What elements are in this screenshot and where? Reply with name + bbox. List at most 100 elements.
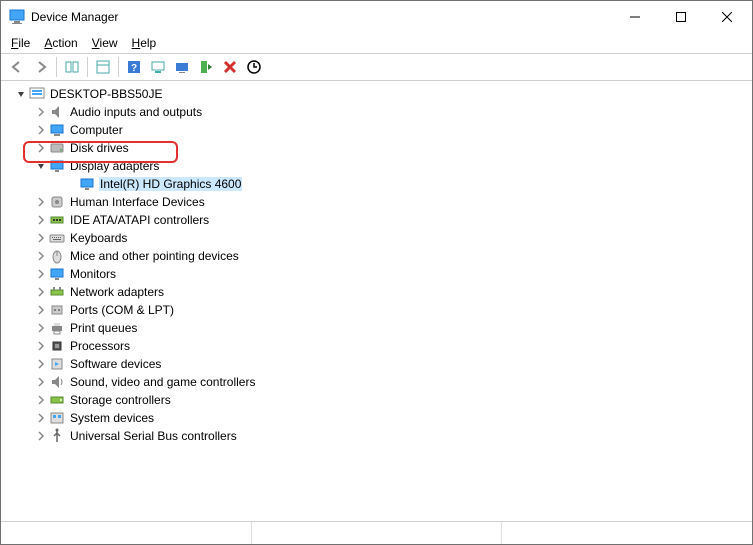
- display-icon: [49, 158, 65, 174]
- ports-icon: [49, 302, 65, 318]
- chevron-right-icon[interactable]: [33, 140, 49, 156]
- tree-item[interactable]: Network adapters: [5, 283, 752, 301]
- back-button[interactable]: [5, 55, 29, 79]
- chevron-right-icon[interactable]: [33, 374, 49, 390]
- status-cell: [1, 522, 252, 544]
- chevron-right-icon[interactable]: [33, 356, 49, 372]
- chevron-right-icon[interactable]: [33, 122, 49, 138]
- chevron-right-icon[interactable]: [33, 104, 49, 120]
- status-cell: [502, 522, 752, 544]
- enable-device-button[interactable]: [194, 55, 218, 79]
- chevron-right-icon[interactable]: [33, 266, 49, 282]
- chevron-right-icon[interactable]: [33, 284, 49, 300]
- titlebar: Device Manager: [1, 1, 752, 33]
- minimize-button[interactable]: [612, 2, 658, 32]
- mouse-icon: [49, 248, 65, 264]
- toolbar-separator: [87, 57, 88, 77]
- chevron-right-icon[interactable]: [33, 230, 49, 246]
- storage-icon: [49, 392, 65, 408]
- window-buttons: [612, 2, 750, 32]
- chevron-right-icon[interactable]: [33, 428, 49, 444]
- chevron-right-icon[interactable]: [33, 248, 49, 264]
- tree-child-label: Intel(R) HD Graphics 4600: [99, 177, 242, 191]
- tree-item-label: Processors: [69, 339, 131, 353]
- tree-item[interactable]: Storage controllers: [5, 391, 752, 409]
- menubar: File Action View Help: [1, 33, 752, 53]
- tree-root[interactable]: DESKTOP-BBS50JE: [5, 85, 752, 103]
- tree-root-label: DESKTOP-BBS50JE: [49, 87, 164, 101]
- chevron-right-icon[interactable]: [33, 338, 49, 354]
- help-button[interactable]: ?: [122, 55, 146, 79]
- menu-action[interactable]: Action: [38, 34, 83, 52]
- properties-button[interactable]: [91, 55, 115, 79]
- tree-item[interactable]: Disk drives: [5, 139, 752, 157]
- tree-item[interactable]: Keyboards: [5, 229, 752, 247]
- tree-child-item[interactable]: Intel(R) HD Graphics 4600: [5, 175, 752, 193]
- chevron-right-icon[interactable]: [33, 410, 49, 426]
- app-icon: [9, 9, 25, 25]
- tree-item[interactable]: Audio inputs and outputs: [5, 103, 752, 121]
- chevron-right-icon[interactable]: [33, 320, 49, 336]
- update-driver-button[interactable]: [170, 55, 194, 79]
- tree-item-label: Ports (COM & LPT): [69, 303, 175, 317]
- tree-item[interactable]: Processors: [5, 337, 752, 355]
- tree-item[interactable]: Monitors: [5, 265, 752, 283]
- scan-button[interactable]: [146, 55, 170, 79]
- ide-icon: [49, 212, 65, 228]
- audio-icon: [49, 104, 65, 120]
- chevron-right-icon[interactable]: [33, 194, 49, 210]
- tree-item[interactable]: Print queues: [5, 319, 752, 337]
- tree-item[interactable]: System devices: [5, 409, 752, 427]
- network-icon: [49, 284, 65, 300]
- tree-item[interactable]: Computer: [5, 121, 752, 139]
- chevron-down-icon[interactable]: [13, 86, 29, 102]
- tree-item-label: Storage controllers: [69, 393, 172, 407]
- display-icon: [79, 176, 95, 192]
- statusbar: [1, 522, 752, 544]
- print-icon: [49, 320, 65, 336]
- tree-item[interactable]: Mice and other pointing devices: [5, 247, 752, 265]
- maximize-button[interactable]: [658, 2, 704, 32]
- tree-item-label: System devices: [69, 411, 155, 425]
- tree-item-label: Keyboards: [69, 231, 128, 245]
- chevron-right-icon[interactable]: [33, 302, 49, 318]
- menu-help[interactable]: Help: [126, 34, 163, 52]
- tree-item[interactable]: Display adapters: [5, 157, 752, 175]
- computer-icon: [49, 122, 65, 138]
- close-button[interactable]: [704, 2, 750, 32]
- device-manager-window: Device Manager File Action View Help ? D…: [0, 0, 753, 545]
- toolbar: ?: [1, 53, 752, 81]
- tree-item[interactable]: Ports (COM & LPT): [5, 301, 752, 319]
- cpu-icon: [49, 338, 65, 354]
- chevron-down-icon[interactable]: [33, 158, 49, 174]
- monitor-icon: [49, 266, 65, 282]
- menu-view[interactable]: View: [86, 34, 124, 52]
- status-cell: [252, 522, 503, 544]
- tree-item[interactable]: Human Interface Devices: [5, 193, 752, 211]
- menu-file[interactable]: File: [5, 34, 36, 52]
- tree-item-label: Audio inputs and outputs: [69, 105, 203, 119]
- tree-view[interactable]: DESKTOP-BBS50JE Audio inputs and outputs C…: [1, 81, 752, 522]
- svg-text:?: ?: [131, 63, 137, 74]
- chevron-right-icon[interactable]: [33, 392, 49, 408]
- tree-item[interactable]: Universal Serial Bus controllers: [5, 427, 752, 445]
- chevron-right-icon[interactable]: [33, 212, 49, 228]
- keyboard-icon: [49, 230, 65, 246]
- tree-item-label: Mice and other pointing devices: [69, 249, 240, 263]
- tree-item[interactable]: Software devices: [5, 355, 752, 373]
- tree-item-label: Human Interface Devices: [69, 195, 206, 209]
- tree-item[interactable]: Sound, video and game controllers: [5, 373, 752, 391]
- forward-button[interactable]: [29, 55, 53, 79]
- uninstall-device-button[interactable]: [218, 55, 242, 79]
- system-icon: [49, 410, 65, 426]
- tree-item-label: Software devices: [69, 357, 162, 371]
- tree-item-label: Disk drives: [69, 141, 130, 155]
- hid-icon: [49, 194, 65, 210]
- tree-item-label: Network adapters: [69, 285, 165, 299]
- disk-icon: [49, 140, 65, 156]
- scan-hardware-button[interactable]: [242, 55, 266, 79]
- computer-icon: [29, 86, 45, 102]
- tree-item-label: Universal Serial Bus controllers: [69, 429, 238, 443]
- tree-item[interactable]: IDE ATA/ATAPI controllers: [5, 211, 752, 229]
- show-hide-console-button[interactable]: [60, 55, 84, 79]
